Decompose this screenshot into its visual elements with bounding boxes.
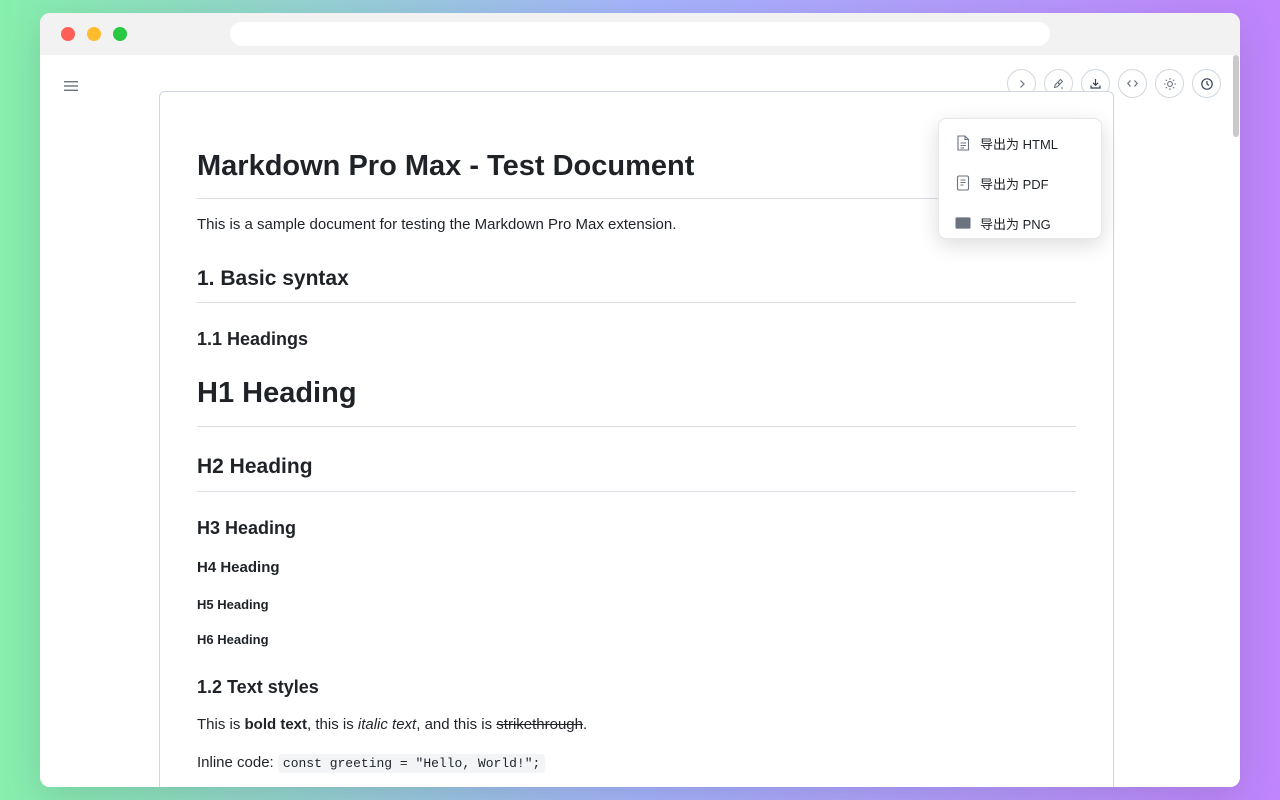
- h1-example: H1 Heading: [197, 374, 1076, 427]
- history-icon: [1200, 77, 1213, 90]
- menu-item-label: 导出为 PNG: [980, 216, 1051, 232]
- export-png-menu-item[interactable]: 导出为 PNG: [939, 203, 1101, 243]
- section-heading-basic-syntax: 1. Basic syntax: [197, 265, 1076, 303]
- subsection-heading-headings: 1.1 Headings: [197, 329, 309, 349]
- file-text-icon: [955, 135, 971, 151]
- inline-code-label: Inline code:: [197, 754, 278, 771]
- history-button[interactable]: [1192, 69, 1221, 98]
- maximize-window-button[interactable]: [113, 27, 127, 41]
- close-window-button[interactable]: [61, 27, 75, 41]
- page-content: Markdown Pro Max - Test Document This is…: [40, 55, 1240, 787]
- pen-icon: [1053, 78, 1064, 89]
- strikethrough-text: strikethrough: [496, 716, 583, 733]
- text-styles-paragraph: This is bold text, this is italic text, …: [197, 714, 1076, 736]
- h5-example: H5 Heading: [197, 597, 269, 612]
- scrollbar[interactable]: [1232, 55, 1240, 787]
- menu-item-label: 导出为 PDF: [980, 176, 1049, 192]
- h3-example: H3 Heading: [197, 518, 297, 538]
- inline-code-paragraph: Inline code: const greeting = "Hello, Wo…: [197, 752, 1076, 775]
- view-source-button[interactable]: [1118, 69, 1147, 98]
- italic-text: italic text: [357, 716, 417, 733]
- file-pdf-icon: [955, 175, 971, 191]
- address-bar[interactable]: [230, 22, 1050, 46]
- theme-toggle-button[interactable]: [1155, 69, 1184, 98]
- export-dropdown-menu: 导出为 HTML 导出为 PDF 导出为 PNG: [938, 118, 1102, 239]
- title-bar: [40, 13, 1240, 55]
- browser-window: Markdown Pro Max - Test Document This is…: [40, 13, 1240, 787]
- h4-example: H4 Heading: [197, 559, 280, 576]
- menu-item-label: 导出为 HTML: [980, 136, 1059, 152]
- image-icon: [955, 215, 971, 231]
- download-icon: [1090, 79, 1101, 89]
- hamburger-menu-icon: [64, 81, 78, 91]
- h6-example: H6 Heading: [197, 632, 269, 647]
- chevron-right-icon: [1019, 79, 1025, 88]
- bold-text: bold text: [244, 716, 308, 733]
- minimize-window-button[interactable]: [87, 27, 101, 41]
- subsection-heading-text-styles: 1.2 Text styles: [197, 677, 319, 697]
- text-segment: , this is: [307, 716, 358, 733]
- export-pdf-menu-item[interactable]: 导出为 PDF: [939, 163, 1101, 203]
- code-icon: [1126, 80, 1139, 87]
- scrollbar-thumb[interactable]: [1233, 55, 1239, 137]
- export-html-menu-item[interactable]: 导出为 HTML: [939, 123, 1101, 163]
- text-segment: This is: [197, 716, 245, 733]
- inline-code: const greeting = "Hello, World!";: [277, 754, 546, 773]
- sun-icon: [1163, 77, 1176, 90]
- sidebar-toggle-button[interactable]: [62, 77, 80, 95]
- text-segment: , and this is: [416, 716, 497, 733]
- h2-example: H2 Heading: [197, 453, 1076, 492]
- text-segment: .: [583, 716, 588, 733]
